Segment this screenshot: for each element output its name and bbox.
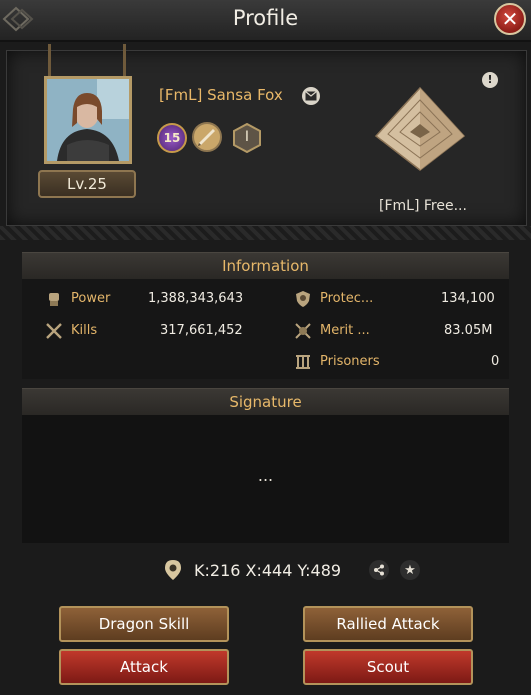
signature-header: Signature [22,388,509,415]
vip-badge[interactable]: 15 [157,123,187,153]
attack-button[interactable]: Attack [59,649,229,685]
level-badge: Lv.25 [38,170,136,198]
merit-icon [295,323,311,339]
hanging-rope [48,44,51,76]
shield-icon [296,291,310,307]
rank-badge[interactable]: I [232,122,262,154]
star-icon: ★ [404,562,416,578]
favorite-button[interactable]: ★ [400,560,420,580]
divider [0,226,531,240]
information-header: Information [22,252,509,279]
stat-label-power: Power [71,291,111,306]
window-title: Profile [232,6,299,30]
quill-badge-icon[interactable] [191,121,223,153]
stat-value-kills: 317,661,452 [160,323,243,338]
stat-value-power: 1,388,343,643 [148,291,244,306]
alliance-pyramid-icon[interactable] [372,86,468,172]
mail-button[interactable] [302,87,320,105]
fist-icon [49,293,59,306]
stat-label-prisoners: Prisoners [320,354,380,369]
prison-bars-icon [296,355,310,369]
stat-label-merit: Merit ... [320,323,370,338]
stat-value-protection: 134,100 [441,291,495,306]
info-icon[interactable]: ! [482,72,498,88]
close-button[interactable]: ✕ [494,3,526,35]
dragon-skill-button[interactable]: Dragon Skill [59,606,229,642]
avatar[interactable] [44,76,132,164]
stat-value-merit: 83.05M [444,323,493,338]
mail-icon [305,91,317,101]
rank-numeral: I [244,129,250,145]
share-icon [374,564,384,576]
signature-text: ... [257,466,274,485]
close-icon: ✕ [501,7,519,31]
alliance-name[interactable]: [FmL] Free... [362,198,484,214]
stat-label-protection: Protec... [320,291,374,306]
share-button[interactable] [369,560,389,580]
scout-button[interactable]: Scout [303,649,473,685]
rallied-attack-button[interactable]: Rallied Attack [303,606,473,642]
stat-value-prisoners: 0 [491,354,500,369]
stat-label-kills: Kills [71,323,98,338]
coordinates-link[interactable]: K:216 X:444 Y:489 [194,561,341,580]
location-pin-icon [165,560,181,580]
crossed-swords-icon [46,323,62,339]
hanging-rope [123,44,126,76]
avatar-portrait [47,79,129,161]
player-name: [FmL] Sansa Fox [159,86,283,104]
